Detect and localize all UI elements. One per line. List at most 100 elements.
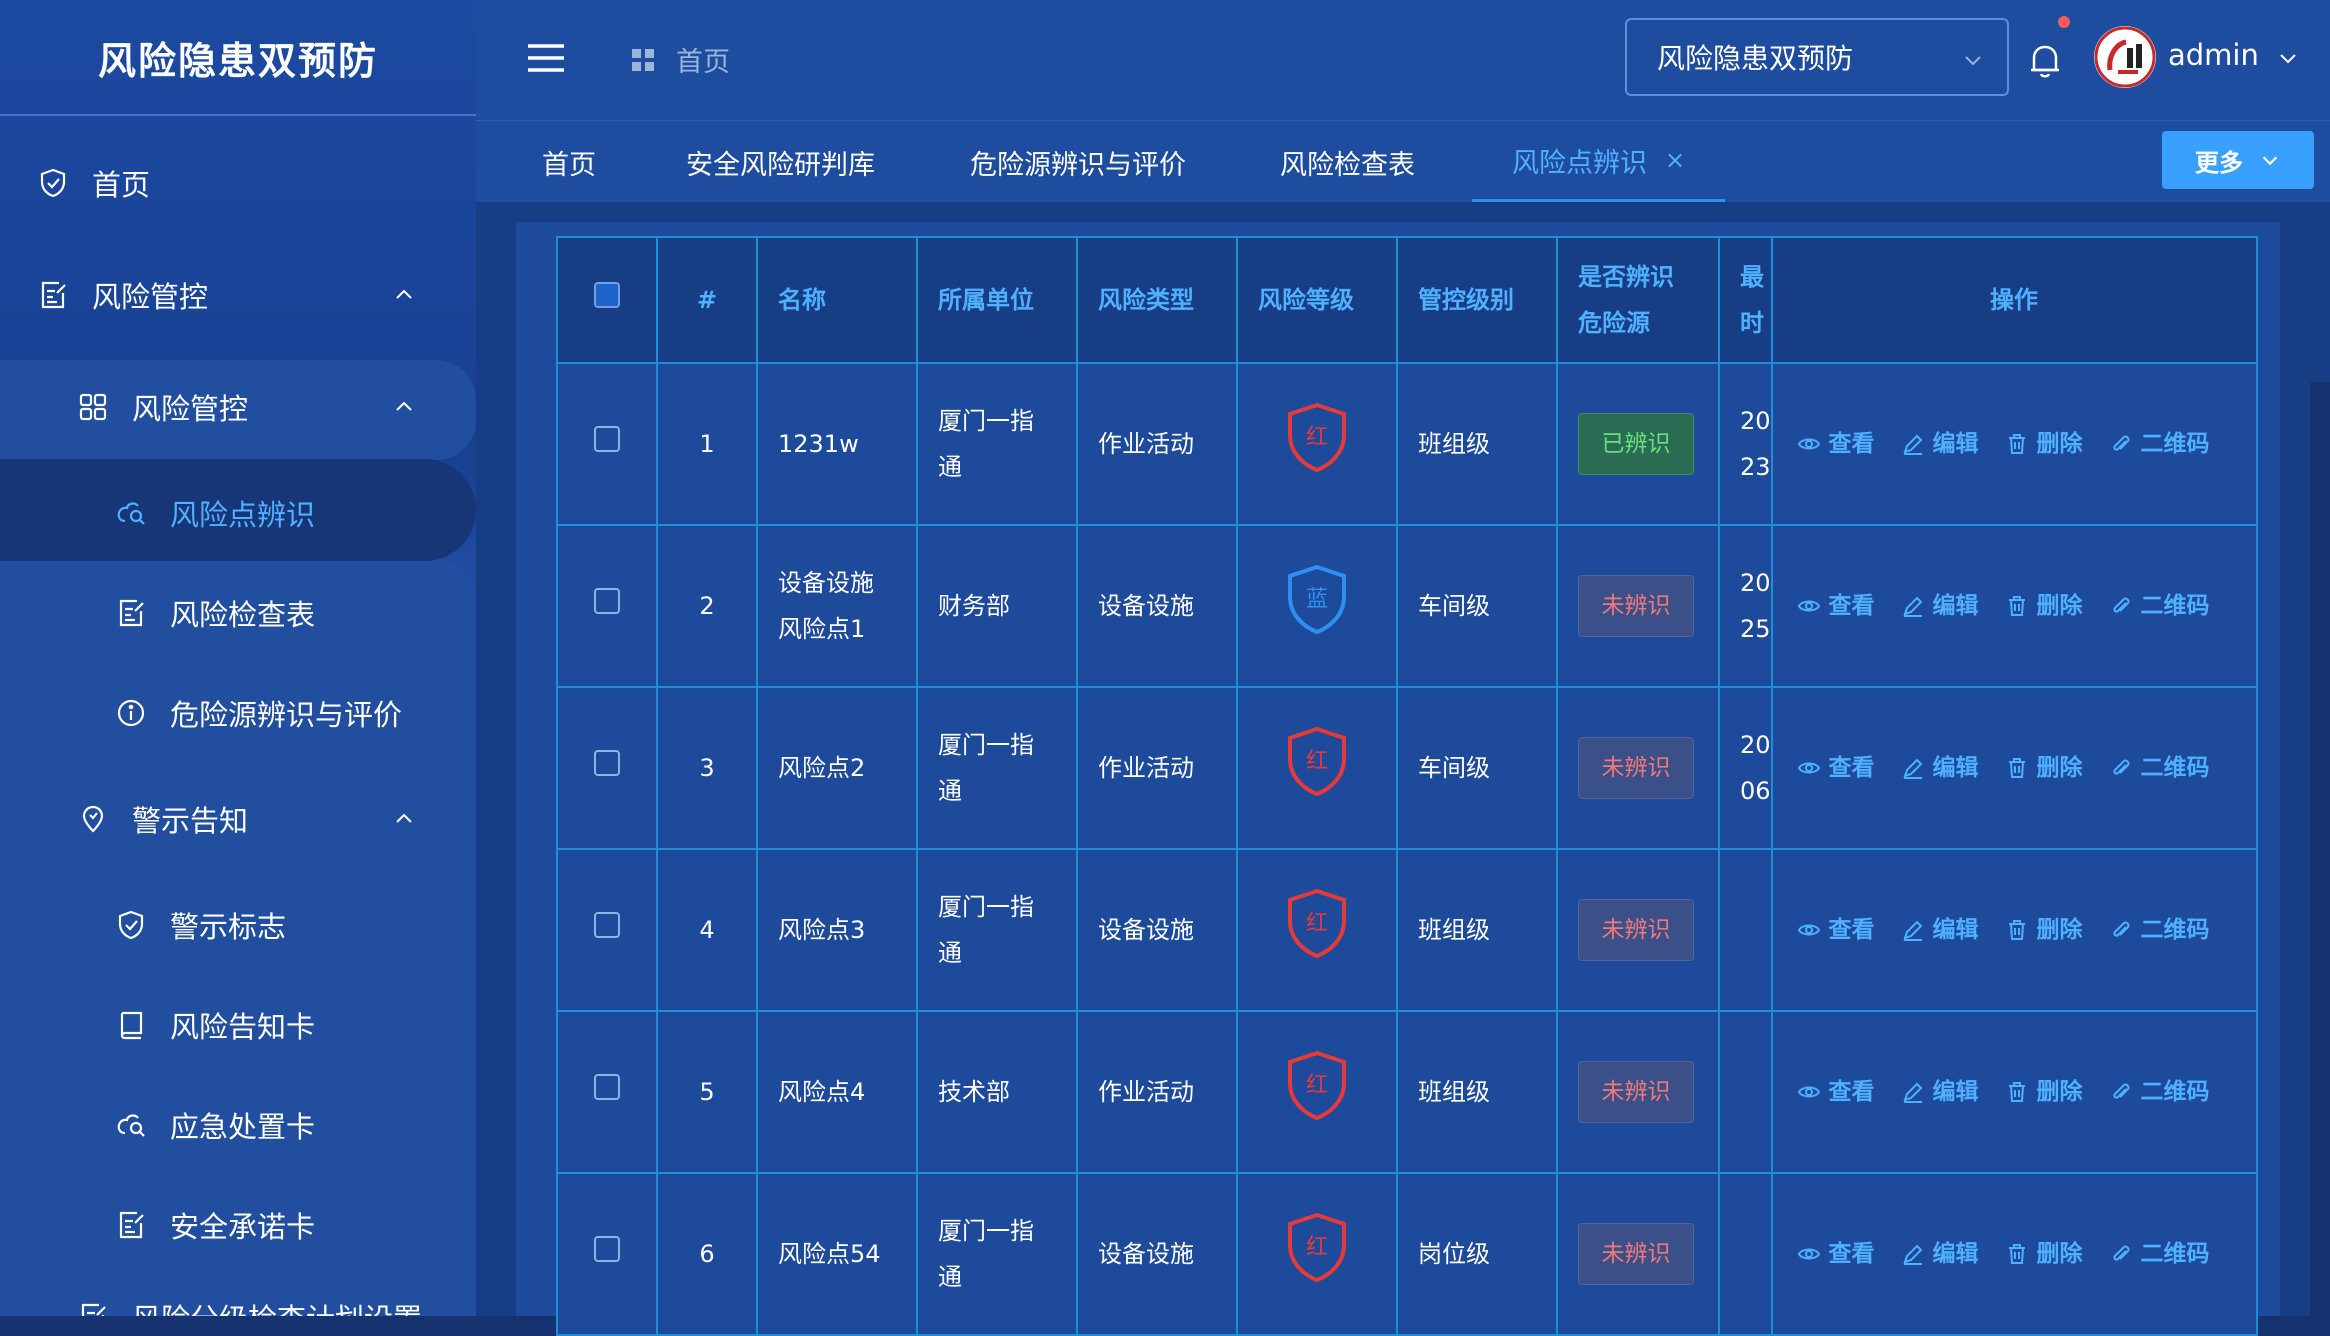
row-checkbox[interactable] [594,1236,620,1262]
edit-link[interactable]: 编辑 [1901,745,1979,791]
cell-index: 3 [656,686,758,850]
action-links: 查看 编辑 删除 二维码 [1797,1231,2236,1277]
cell-time-line: 20 [1740,407,1771,435]
cell-time-line: 25 [1740,615,1771,643]
tab-home[interactable]: 首页 [542,121,596,203]
view-link[interactable]: 查看 [1797,1231,1875,1277]
qrcode-link[interactable]: 二维码 [2109,421,2210,467]
row-checkbox[interactable] [594,426,620,452]
edit-link[interactable]: 编辑 [1901,421,1979,467]
delete-link[interactable]: 删除 [2005,1069,2083,1115]
avatar[interactable] [2094,26,2156,88]
action-links: 查看 编辑 删除 二维码 [1797,745,2236,791]
column-header-identified: 是否辨识 危险源 [1556,236,1720,364]
sidebar-item-home[interactable]: 首页 [36,162,150,204]
qrcode-link[interactable]: 二维码 [2109,1069,2210,1115]
sidebar-item-inspection-plan-settings[interactable]: 风险分级检查计划设置 [76,1296,422,1316]
row-checkbox[interactable] [594,912,620,938]
edit-doc-icon [76,1300,110,1316]
chevron-down-icon[interactable] [2276,46,2300,70]
delete-link[interactable]: 删除 [2005,583,2083,629]
hamburger-menu-icon[interactable] [526,38,566,78]
qrcode-label: 二维码 [2140,1079,2210,1105]
column-header-actions: 操作 [1771,236,2258,364]
row-checkbox[interactable] [594,1074,620,1100]
qrcode-link[interactable]: 二维码 [2109,745,2210,791]
info-icon [114,696,148,730]
cell-identified: 未辨识 [1556,524,1720,688]
view-link[interactable]: 查看 [1797,583,1875,629]
column-header-last-time: 最 时 [1718,236,1773,364]
cell-last-time [1718,1010,1773,1174]
cell-actions: 查看 编辑 删除 二维码 [1771,1172,2258,1336]
action-links: 查看 编辑 删除 二维码 [1797,421,2236,467]
tab-risk-point-identification[interactable]: 风险点辨识 × [1472,121,1726,203]
row-select-cell [556,524,658,688]
edit-label: 编辑 [1932,593,1979,619]
row-select-cell [556,1010,658,1174]
row-checkbox[interactable] [594,750,620,776]
row-checkbox[interactable] [594,588,620,614]
sidebar-subgroup-risk-control[interactable]: 风险管控 [76,386,476,428]
action-links: 查看 编辑 删除 二维码 [1797,1069,2236,1115]
edit-label: 编辑 [1932,917,1979,943]
delete-link[interactable]: 删除 [2005,1231,2083,1277]
column-header-line: 是否辨识 [1578,263,1674,291]
sidebar-item-safety-commitment-card[interactable]: 安全承诺卡 [114,1204,315,1246]
row-select-cell [556,848,658,1012]
view-link[interactable]: 查看 [1797,421,1875,467]
paperclip-icon [2112,1245,2130,1261]
sidebar-item-warning-signs[interactable]: 警示标志 [114,904,286,946]
view-link[interactable]: 查看 [1797,907,1875,953]
cell-control-level: 岗位级 [1396,1172,1558,1336]
grid-icon [76,390,110,424]
paperclip-icon [2112,759,2130,775]
dashboard-grid-icon [632,48,654,71]
select-all-checkbox[interactable] [594,282,620,308]
username[interactable]: admin [2168,38,2259,72]
delete-link[interactable]: 删除 [2005,907,2083,953]
cell-control-level: 班组级 [1396,362,1558,526]
cell-last-time [1718,1172,1773,1336]
qrcode-link[interactable]: 二维码 [2109,907,2210,953]
sidebar-subgroup-warning-notice[interactable]: 警示告知 [76,798,476,840]
cell-time-line: 20 [1740,731,1771,759]
edit-link[interactable]: 编辑 [1901,583,1979,629]
sidebar-item-risk-checklist[interactable]: 风险检查表 [114,592,315,634]
tab-hazard-identification[interactable]: 危险源辨识与评价 [970,121,1186,203]
qrcode-link[interactable]: 二维码 [2109,1231,2210,1277]
sidebar-item-hazard-identification[interactable]: 危险源辨识与评价 [114,692,402,734]
row-select-cell [556,362,658,526]
risk-level-label: 蓝 [1305,586,1328,612]
edit-link[interactable]: 编辑 [1901,1231,1979,1277]
cell-name: 风险点3 [756,848,918,1012]
edit-link[interactable]: 编辑 [1901,907,1979,953]
view-link[interactable]: 查看 [1797,745,1875,791]
tab-risk-checklist[interactable]: 风险检查表 [1280,121,1415,203]
view-link[interactable]: 查看 [1797,1069,1875,1115]
scrollbar-track[interactable] [2310,382,2330,1316]
select-all-cell [556,236,658,364]
delete-label: 删除 [2036,1241,2083,1267]
sidebar-group-risk-control[interactable]: 风险管控 [36,274,476,316]
bell-icon[interactable] [2028,40,2062,80]
system-select[interactable]: 风险隐患双预防 [1625,18,2009,96]
delete-link[interactable]: 删除 [2005,745,2083,791]
risk-level-label: 红 [1305,1072,1328,1098]
sidebar-item-emergency-card[interactable]: 应急处置卡 [114,1104,315,1146]
cell-unit: 财务部 [916,524,1078,688]
sidebar-item-risk-notice-card[interactable]: 风险告知卡 [114,1004,315,1046]
tab-risk-library[interactable]: 安全风险研判库 [686,121,875,203]
alert-pin-icon [76,802,110,836]
breadcrumb-home[interactable]: 首页 [676,40,730,79]
delete-link[interactable]: 删除 [2005,421,2083,467]
table-row: 3 风险点2 厦门一指通 作业活动 红 车间级 未辨识 20 06 查看 编辑 … [556,686,2258,850]
sidebar-item-risk-point-identification[interactable]: 风险点辨识 [114,492,315,534]
close-icon[interactable]: × [1665,146,1685,174]
edit-doc-icon [114,1208,148,1242]
edit-link[interactable]: 编辑 [1901,1069,1979,1115]
more-button[interactable]: 更多 [2162,131,2314,189]
qrcode-link[interactable]: 二维码 [2109,583,2210,629]
cell-control-level: 班组级 [1396,848,1558,1012]
sidebar-item-label: 风险告知卡 [170,1010,316,1044]
